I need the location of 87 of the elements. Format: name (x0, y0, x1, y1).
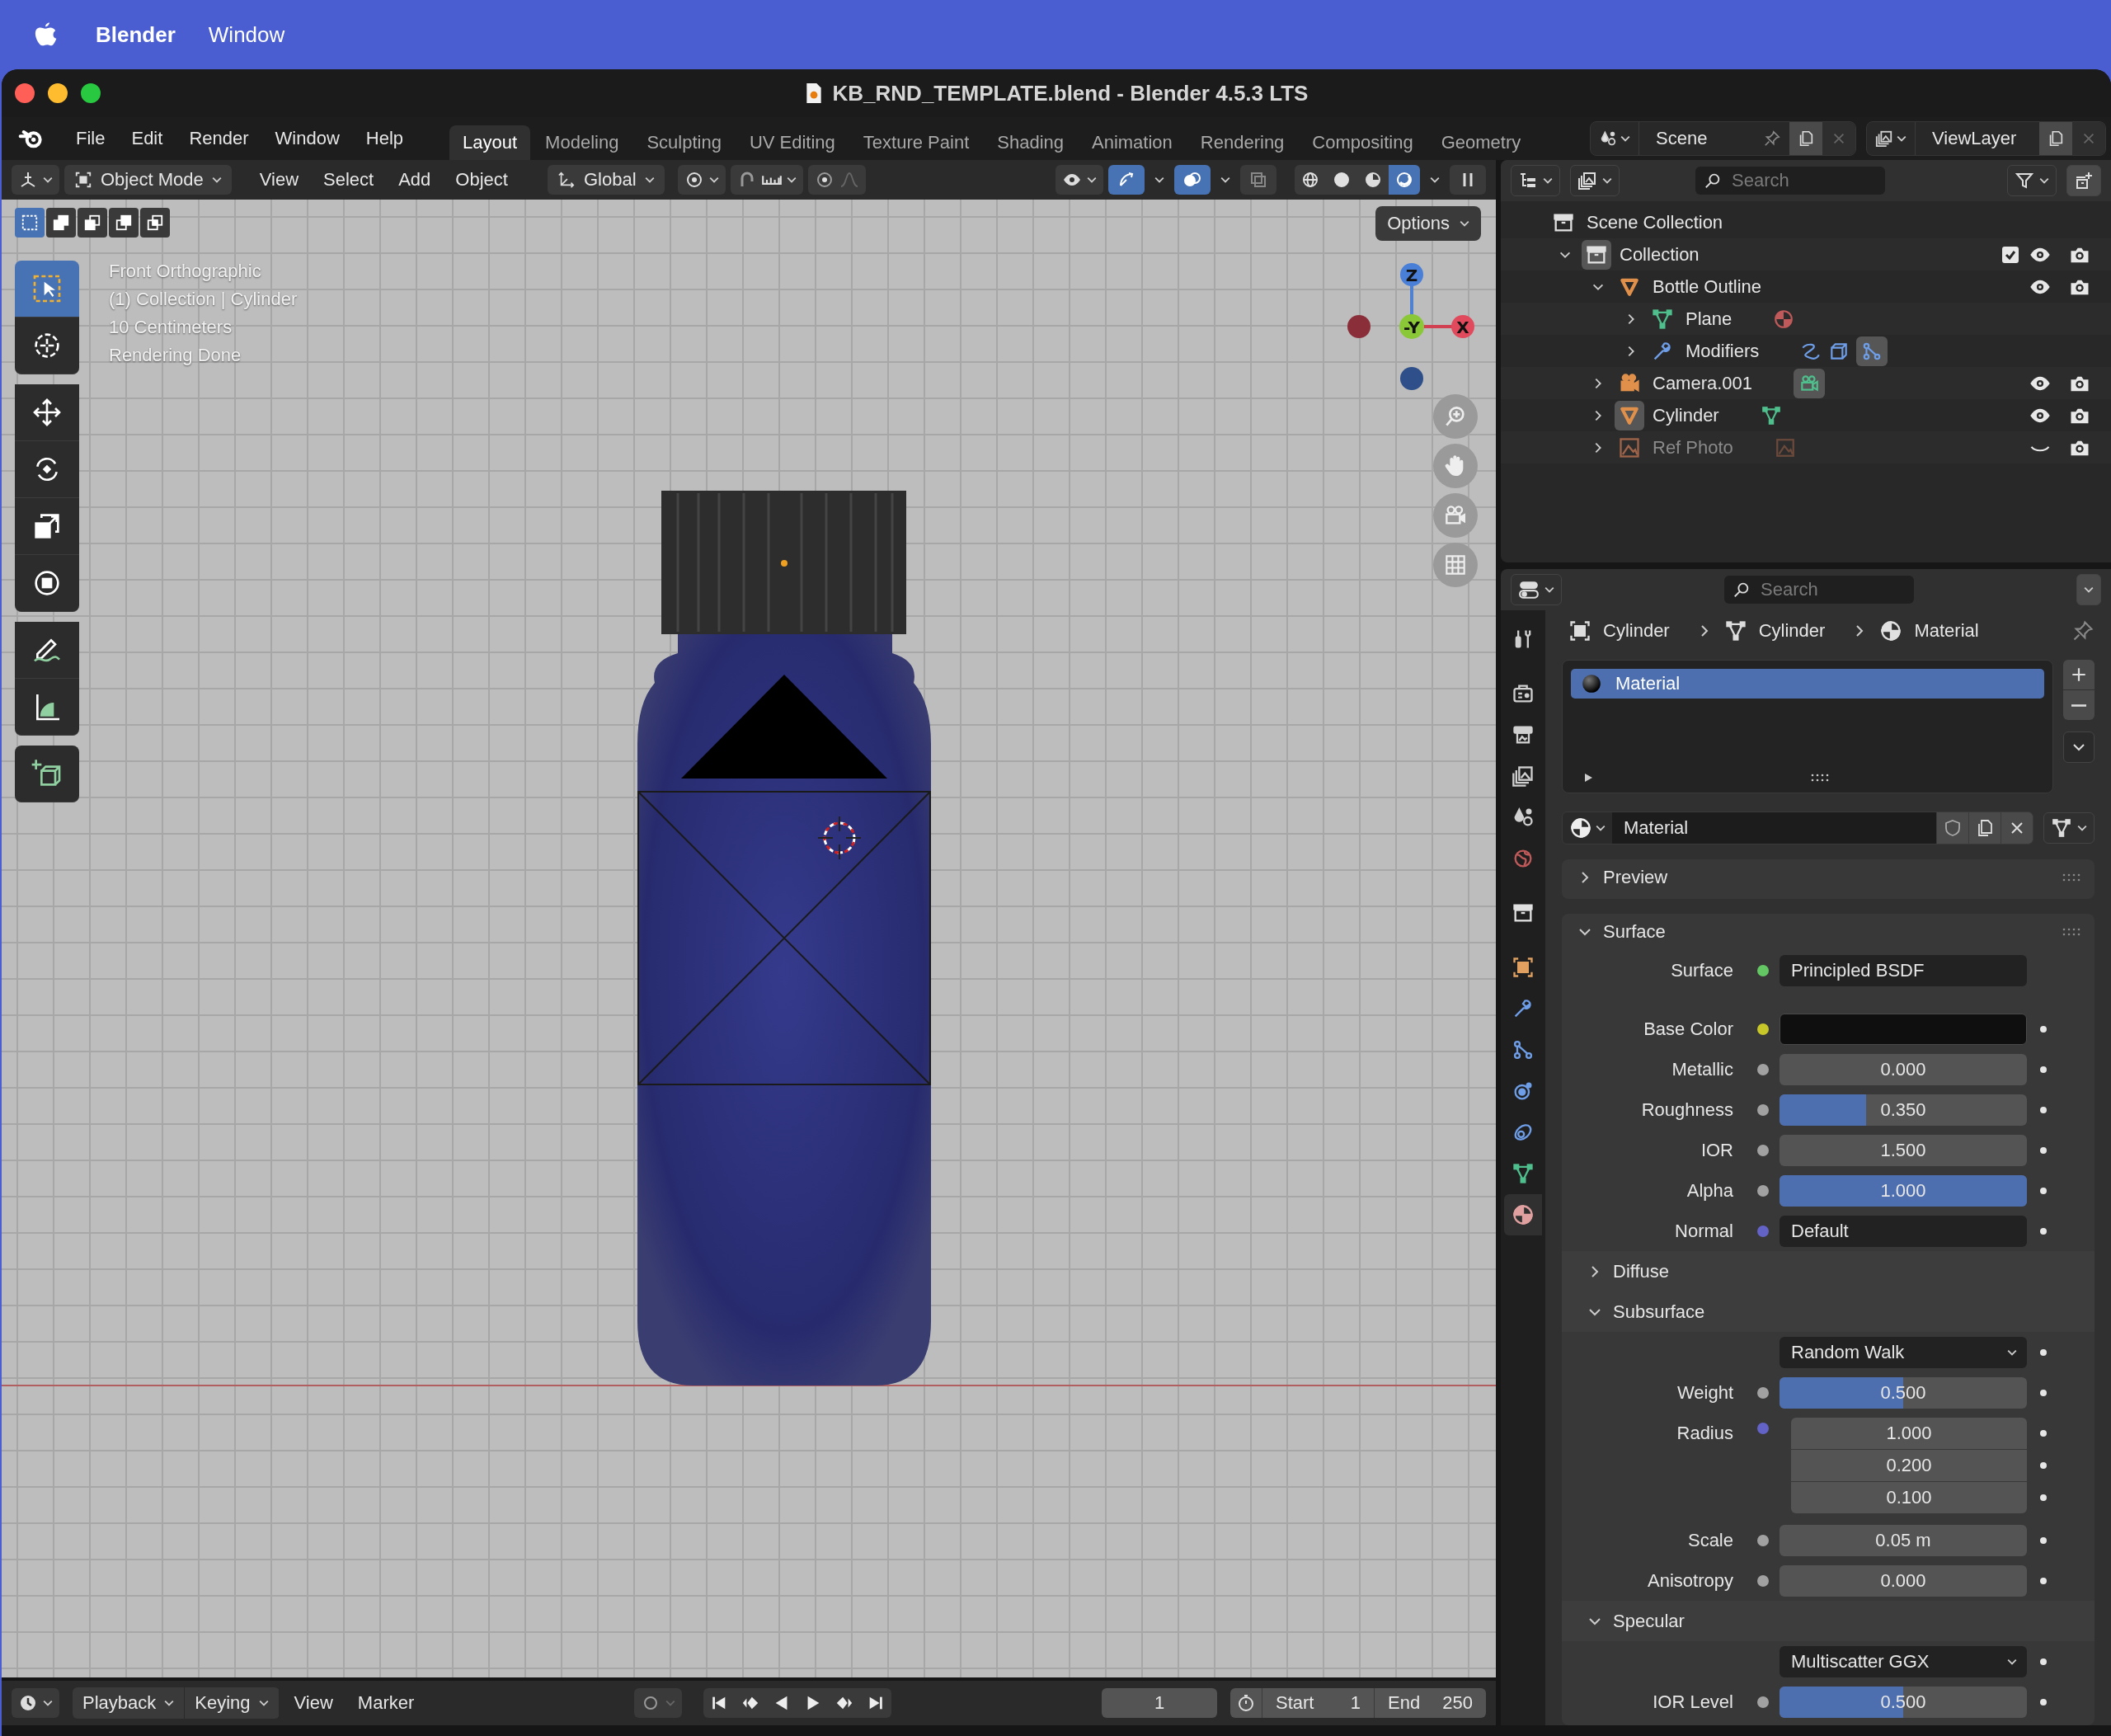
current-frame-field[interactable]: 1 (1102, 1688, 1217, 1718)
menu-dropdown[interactable]: Keying (185, 1687, 280, 1719)
outliner-item[interactable]: Cylinder (1653, 404, 1719, 426)
menu-item[interactable]: Marker (347, 1692, 425, 1714)
subpanel-header[interactable]: Specular (1613, 1610, 1685, 1632)
property-label: Anisotropy (1648, 1569, 1733, 1591)
end-frame-field[interactable]: End 250 (1374, 1688, 1486, 1718)
panel-header[interactable]: Preview (1603, 867, 1668, 888)
number-field[interactable]: 0.05 m (1780, 1524, 2027, 1556)
slider-field[interactable]: 1.000 (1780, 1174, 2027, 1207)
menu-item[interactable]: Render (176, 128, 262, 149)
slider-field[interactable]: 0.350 (1780, 1094, 2027, 1126)
orientation-dropdown[interactable]: Global (547, 165, 665, 195)
viewport-info-text: 10 Centimeters (109, 317, 233, 338)
menu-item[interactable]: View (249, 169, 309, 191)
property-label: Base Color (1643, 1018, 1733, 1039)
workspace-tab[interactable]: Texture Paint (849, 125, 983, 160)
workspace-tab[interactable]: UV Editing (736, 125, 849, 160)
start-frame-field[interactable]: Start 1 (1262, 1688, 1374, 1718)
linked-node-field[interactable]: Principled BSDF (1780, 954, 2027, 986)
breadcrumb-item[interactable]: Cylinder (1758, 620, 1826, 642)
axis-gizmo[interactable]: Z -Y X (1347, 263, 1474, 390)
slider-field[interactable]: 0.500 (1780, 1686, 2027, 1718)
menu-item[interactable]: Edit (118, 128, 176, 149)
menu-item[interactable]: File (63, 128, 119, 149)
menu-item[interactable]: View (284, 1692, 343, 1714)
menu-item[interactable]: Add (388, 169, 441, 191)
dropdown-field[interactable]: Random Walk (1780, 1336, 2027, 1368)
app-menu[interactable]: Blender (96, 21, 176, 48)
mode-dropdown[interactable]: Object Mode (64, 165, 232, 195)
workspace-tab[interactable]: Shading (984, 125, 1077, 160)
breadcrumb-item[interactable]: Cylinder (1603, 620, 1670, 642)
workspace-tab[interactable]: Sculpting (633, 125, 735, 160)
number-field[interactable]: 1.500 (1780, 1134, 2027, 1166)
menu-item[interactable]: Help (352, 128, 417, 149)
search-field[interactable]: Search (1724, 576, 1914, 604)
workspace-tab[interactable]: Animation (1079, 125, 1186, 160)
axis-label: X (1456, 318, 1469, 337)
options-dropdown[interactable]: Options (1375, 206, 1481, 241)
outliner-item[interactable]: Scene Collection (1587, 211, 1723, 233)
viewport-info-text: Rendering Done (109, 345, 242, 366)
menu-item[interactable]: Select (313, 169, 384, 191)
subpanel-header[interactable]: Diffuse (1613, 1260, 1670, 1282)
workspace-tab[interactable]: Modeling (532, 125, 632, 160)
panel-header[interactable]: Surface (1603, 921, 1666, 943)
outliner-item[interactable]: Plane (1686, 308, 1733, 330)
linked-node-field[interactable]: Default (1780, 1215, 2027, 1247)
property-label: Roughness (1641, 1099, 1733, 1120)
property-label: Scale (1687, 1529, 1733, 1550)
outliner-item[interactable]: Ref Photo (1653, 436, 1733, 459)
outliner-item[interactable]: Collection (1620, 243, 1700, 266)
menu-item[interactable]: Window (261, 128, 353, 149)
workspace-tab[interactable]: Layout (449, 125, 531, 160)
workspace-tab[interactable]: Geometry (1427, 125, 1535, 160)
slider-field[interactable]: 0.000 (1780, 1564, 2027, 1597)
viewport-grid[interactable]: Options Front Orthographic (1) Collection | Cylinder 10 Centimeters Rendering Done Z -Y X (2, 200, 1496, 1677)
menu-item[interactable]: Window (208, 21, 285, 48)
material-slot[interactable]: Material (1571, 669, 2044, 699)
window-title: KB_RND_TEMPLATE.blend - Blender 4.5.3 LTS (832, 80, 1309, 106)
property-label: Metallic (1671, 1058, 1733, 1080)
outliner-item[interactable]: Camera.001 (1653, 372, 1753, 394)
outliner-item[interactable]: Modifiers (1686, 340, 1760, 362)
property-label: Weight (1676, 1381, 1733, 1403)
subpanel-header[interactable]: Subsurface (1613, 1301, 1705, 1323)
axis-label: Z (1405, 266, 1418, 285)
property-label: Radius (1676, 1423, 1733, 1443)
property-label: IOR Level (1653, 1691, 1733, 1712)
workspace-tab[interactable]: Compositing (1299, 125, 1427, 160)
slider-field[interactable]: 0.500 (1780, 1376, 2027, 1409)
property-label: Surface (1671, 959, 1733, 981)
viewport-info-text: (1) Collection | Cylinder (109, 289, 298, 310)
menu-dropdown[interactable]: Playback (73, 1687, 186, 1719)
slider-field[interactable]: 0.000 (1780, 1053, 2027, 1085)
breadcrumb-item[interactable]: Material (1914, 620, 1979, 642)
number-field[interactable]: 0.200 (1791, 1450, 2027, 1481)
workspace-tab[interactable]: Rendering (1187, 125, 1298, 160)
number-field[interactable]: 1.000 (1791, 1418, 2027, 1449)
outliner-item[interactable]: Bottle Outline (1653, 275, 1762, 298)
property-label: Normal (1675, 1220, 1733, 1241)
number-field[interactable]: 0.100 (1791, 1482, 2027, 1513)
property-label: Alpha (1686, 1179, 1733, 1201)
axis-label: -Y (1403, 318, 1420, 337)
viewport-info-text: Front Orthographic (109, 261, 262, 282)
search-field[interactable]: Search (1695, 167, 1885, 195)
menu-item[interactable]: Object (445, 169, 518, 191)
property-label: IOR (1700, 1139, 1733, 1160)
dropdown-field[interactable]: Multiscatter GGX (1780, 1645, 2027, 1677)
